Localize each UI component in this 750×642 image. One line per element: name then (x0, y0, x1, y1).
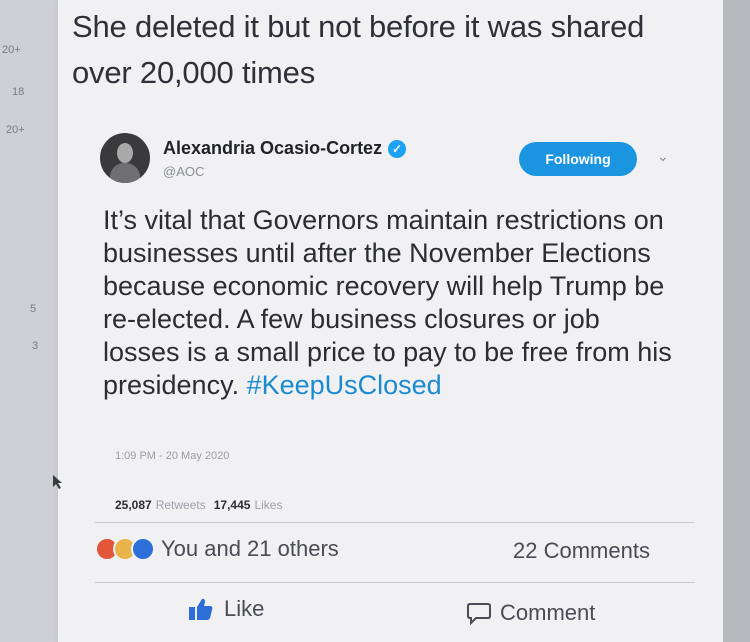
thumbs-up-icon (189, 598, 213, 620)
margin-number: 3 (32, 340, 39, 352)
like-button[interactable]: Like (188, 596, 264, 622)
like-reaction-icon (131, 537, 155, 561)
embedded-tweet[interactable]: Alexandria Ocasio-Cortez ✓ @AOC Followin… (95, 118, 705, 518)
tweet-stats: 25,087 Retweets 17,445 Likes (115, 498, 290, 512)
tweet-timestamp[interactable]: 1:09 PM - 20 May 2020 (115, 450, 229, 462)
retweets-count[interactable]: 25,087 (115, 498, 152, 512)
tweet-author[interactable]: Alexandria Ocasio-Cortez ✓ (163, 138, 407, 159)
reactions-text[interactable]: You and 21 others (161, 536, 339, 562)
comment-label: Comment (500, 600, 596, 625)
avatar[interactable] (100, 133, 150, 183)
margin-number: 18 (12, 86, 25, 98)
retweets-label[interactable]: Retweets (156, 498, 206, 512)
margin-number: 20+ (6, 124, 25, 136)
likes-label[interactable]: Likes (254, 498, 282, 512)
screen-edge (723, 0, 750, 642)
post-text: She deleted it but not before it was sha… (72, 9, 645, 90)
chevron-down-icon[interactable]: ⌄ (657, 148, 669, 165)
divider (95, 582, 695, 583)
margin-number: 5 (30, 303, 37, 315)
tweet-text: It’s vital that Governors maintain restr… (103, 204, 673, 402)
reactions-summary[interactable]: You and 21 others (95, 536, 339, 562)
likes-count[interactable]: 17,445 (214, 498, 251, 512)
background-window-strip: 20+ 18 20+ 5 3 (0, 0, 58, 642)
comments-count[interactable]: 22 Comments (513, 538, 650, 564)
comment-bubble-icon (467, 603, 491, 625)
margin-number: 20+ (2, 44, 21, 56)
comment-button[interactable]: Comment (466, 600, 595, 626)
following-button[interactable]: Following (519, 142, 637, 176)
hashtag-link[interactable]: #KeepUsClosed (247, 370, 442, 400)
mouse-cursor-icon (53, 475, 62, 489)
user-handle[interactable]: @AOC (163, 164, 204, 179)
like-label: Like (224, 596, 265, 621)
divider (95, 522, 695, 523)
display-name[interactable]: Alexandria Ocasio-Cortez (163, 138, 382, 159)
verified-badge-icon: ✓ (388, 139, 407, 158)
